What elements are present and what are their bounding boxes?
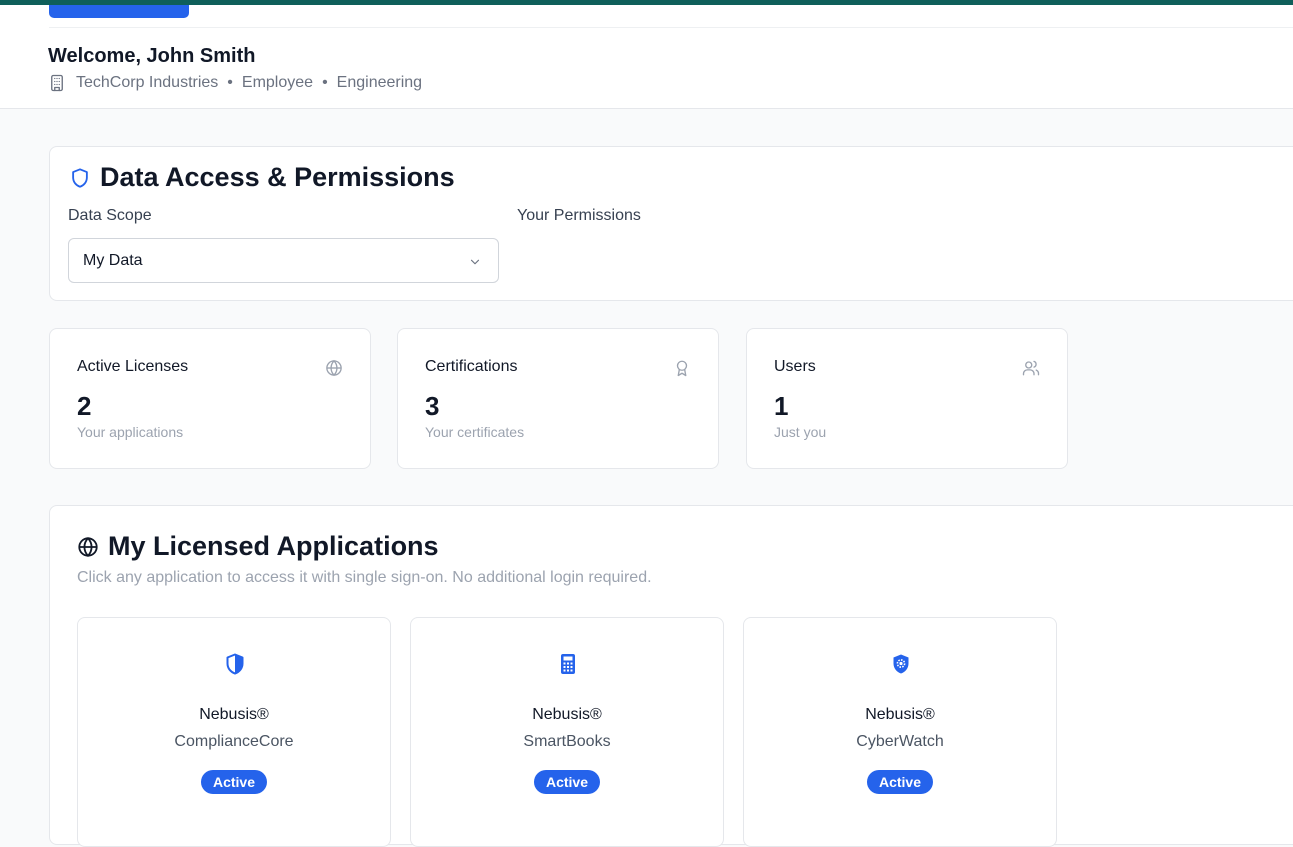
app-name: CyberWatch [856,733,944,750]
data-scope-value: My Data [83,252,143,269]
licensed-apps-title: My Licensed Applications [77,531,439,562]
data-scope-select[interactable]: My Data [68,238,499,283]
page-header: Welcome, John Smith TechCorp Industries … [0,5,1293,109]
stat-value: 1 [774,391,789,421]
data-access-title: Data Access & Permissions [69,162,455,193]
shield-gear-icon [893,654,909,674]
header-divider [49,27,1293,28]
data-access-panel: Data Access & Permissions Data Scope You… [49,146,1293,301]
your-permissions-label: Your Permissions [517,207,641,224]
app-name: SmartBooks [523,733,611,750]
stat-description: Just you [774,424,827,440]
licensed-apps-panel: My Licensed Applications Click any appli… [49,505,1293,847]
separator-dot: • [227,74,233,91]
globe-icon [326,359,342,377]
stat-description: Your applications [77,424,184,440]
stat-title: Active Licenses [77,358,189,375]
calculator-icon [561,654,575,674]
separator-dot: • [322,74,328,91]
licensed-apps-title-text: My Licensed Applications [108,531,439,561]
app-brand: Nebusis® [865,706,935,723]
stat-title: Users [774,358,816,375]
status-badge: Active [533,770,601,794]
header-action-button[interactable] [49,5,189,18]
status-badge: Active [866,770,934,794]
shield-icon [72,167,88,188]
stat-value: 3 [425,391,440,421]
users-icon [1022,360,1040,376]
stat-card-active-licenses: Active Licenses 2 Your applications [49,328,371,469]
company-name: TechCorp Industries [76,74,219,91]
stat-description: Your certificates [425,424,525,440]
stat-card-users: Users 1 Just you [746,328,1068,469]
app-card-compliancecore[interactable]: Nebusis® ComplianceCore Active [77,617,391,847]
user-role: Employee [241,74,314,91]
licensed-apps-description: Click any application to access it with … [77,569,652,586]
globe-icon [78,536,98,557]
status-badge: Active [200,770,268,794]
data-access-title-text: Data Access & Permissions [100,162,455,192]
user-department: Engineering [336,74,423,91]
user-info: TechCorp Industries • Employee • Enginee… [48,74,422,92]
shield-half-icon [226,653,244,675]
app-card-cyberwatch[interactable]: Nebusis® CyberWatch Active [743,617,1057,847]
app-brand: Nebusis® [199,706,269,723]
welcome-title: Welcome, John Smith [48,45,256,67]
building-icon [51,74,63,92]
award-icon [676,360,688,377]
app-name: ComplianceCore [174,733,294,750]
app-brand: Nebusis® [532,706,602,723]
app-card-smartbooks[interactable]: Nebusis® SmartBooks Active [410,617,724,847]
stat-value: 2 [77,391,92,421]
data-scope-label: Data Scope [68,207,152,224]
stat-title: Certifications [425,358,518,375]
chevron-down-icon [470,259,480,265]
stat-card-certifications: Certifications 3 Your certificates [397,328,719,469]
